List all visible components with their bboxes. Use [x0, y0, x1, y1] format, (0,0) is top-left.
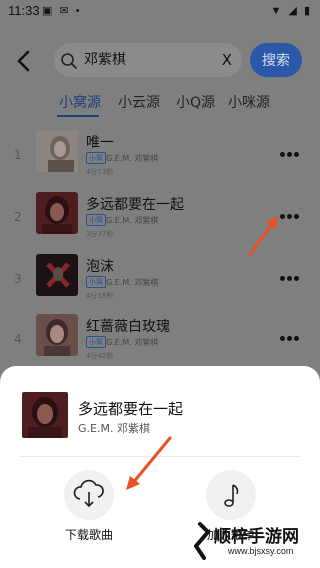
song-duration: 4分13秒	[86, 168, 114, 176]
add-to-playlist-button[interactable]	[206, 470, 256, 520]
source-badge: 小窝	[86, 276, 106, 288]
tab-xiaowo[interactable]: 小窝源	[59, 92, 101, 112]
song-artist: G.E.M. 邓紫棋	[106, 216, 159, 225]
tab-xiaoyun[interactable]: 小云源	[118, 92, 160, 112]
notification-icons: ▣ ✉ •	[42, 5, 82, 17]
watermark-url: www.bjsxsy.com	[228, 546, 294, 556]
annotation-arrow-icon	[248, 216, 278, 256]
song-title: 多远都要在一起	[86, 197, 184, 213]
song-artist: G.E.M. 邓紫棋	[106, 154, 159, 163]
search-box[interactable]: X	[54, 43, 242, 77]
search-button[interactable]: 搜索	[250, 43, 302, 77]
song-title: 唯一	[86, 135, 114, 151]
source-badge: 小窝	[86, 214, 106, 226]
song-duration: 3分37秒	[86, 230, 114, 238]
more-options-icon[interactable]	[280, 142, 302, 157]
more-options-icon[interactable]	[280, 326, 302, 341]
source-badge: 小窝	[86, 152, 106, 164]
song-artist: G.E.M. 邓紫棋	[106, 338, 159, 347]
song-row[interactable]: 3 泡沫 小窝 G.E.M. 邓紫棋 4分18秒	[0, 254, 320, 304]
song-rank: 3	[14, 272, 22, 286]
song-duration: 4分18秒	[86, 292, 114, 300]
search-input[interactable]	[84, 51, 214, 67]
source-badge: 小窝	[86, 336, 106, 348]
song-row[interactable]: 4 红蔷薇白玫瑰 小窝 G.E.M. 邓紫棋 4分42秒	[0, 314, 320, 364]
download-label: 下载歌曲	[65, 528, 114, 542]
search-icon	[61, 53, 77, 69]
song-row[interactable]: 1 唯一 小窝 G.E.M. 邓紫棋 4分13秒	[0, 130, 320, 180]
download-button[interactable]	[64, 470, 114, 520]
song-rank: 1	[14, 148, 22, 162]
song-title: 红蔷薇白玫瑰	[86, 319, 170, 335]
album-cover	[36, 130, 78, 172]
song-rank: 2	[14, 210, 22, 224]
song-duration: 4分42秒	[86, 352, 114, 360]
status-bar: 11:33 ▣ ✉ • ▼ ◢ ▮	[0, 0, 320, 22]
song-title: 泡沫	[86, 259, 114, 275]
annotation-arrow-icon	[126, 436, 172, 490]
watermark: 顺梓手游网 www.bjsxsy.com	[186, 518, 320, 568]
status-time: 11:33	[8, 3, 40, 18]
sheet-song-title: 多远都要在一起	[78, 400, 184, 418]
song-artist: G.E.M. 邓紫棋	[106, 278, 159, 287]
more-options-icon[interactable]	[280, 266, 302, 281]
music-note-icon	[224, 484, 239, 507]
search-bar: X 搜索	[0, 40, 320, 82]
active-tab-indicator	[57, 115, 99, 117]
watermark-logo-icon	[194, 522, 210, 560]
signal-battery-icons: ▼ ◢ ▮	[270, 5, 312, 17]
album-cover	[36, 192, 78, 234]
back-arrow-icon[interactable]	[14, 50, 34, 72]
tab-xiaoq[interactable]: 小Q源	[176, 92, 215, 112]
album-cover	[36, 314, 78, 356]
album-cover	[36, 254, 78, 296]
song-rank: 4	[14, 332, 22, 346]
cloud-download-icon	[73, 479, 104, 508]
sheet-album-cover	[22, 392, 68, 438]
tab-xiaomi[interactable]: 小咪源	[228, 92, 270, 112]
watermark-name: 顺梓手游网	[214, 527, 299, 547]
source-tabs: 小窝源 小云源 小Q源 小咪源	[0, 90, 320, 118]
clear-button[interactable]: X	[222, 51, 232, 69]
